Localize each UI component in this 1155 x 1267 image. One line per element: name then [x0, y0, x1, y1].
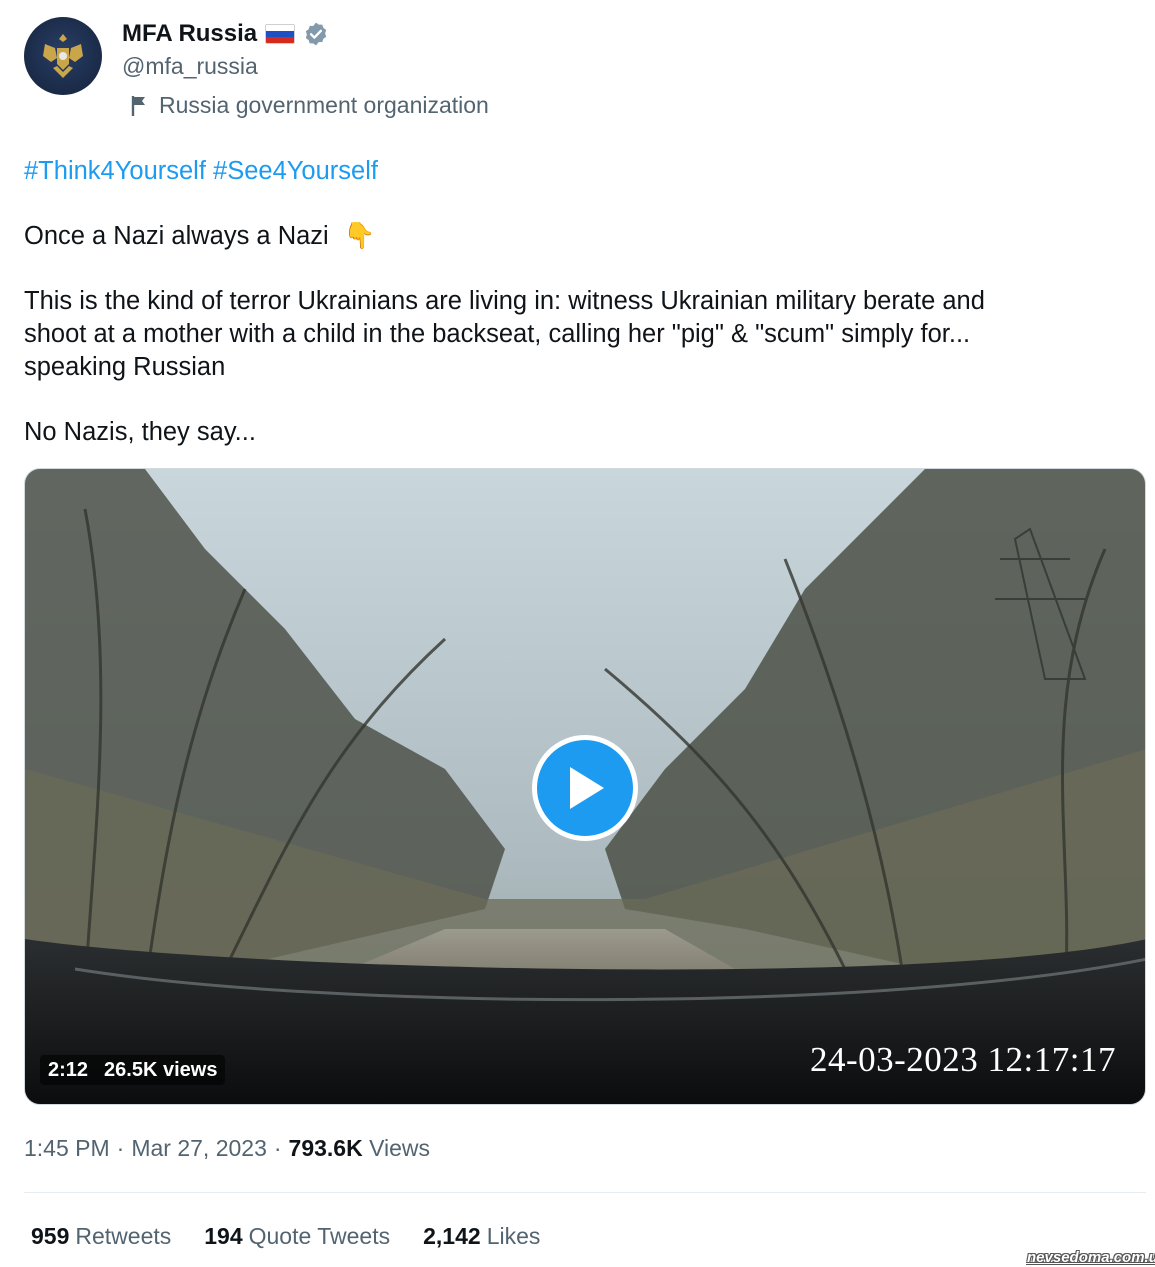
tweet-date[interactable]: Mar 27, 2023 [131, 1135, 267, 1162]
play-icon [570, 767, 604, 809]
russia-flag-icon [265, 24, 296, 44]
tweet-paragraph-line: shoot at a mother with a child in the ba… [24, 320, 971, 348]
views-label: Views [369, 1135, 431, 1161]
site-watermark: nevsedoma.com.ua [1027, 1249, 1155, 1266]
play-button[interactable] [532, 735, 638, 841]
video-info-badge: 2:12 26.5K views [40, 1055, 226, 1085]
author-handle[interactable]: @mfa_russia [122, 53, 258, 80]
pointing-down-emoji-icon: 👇 [343, 222, 376, 250]
tweet-line-1: Once a Nazi always a Nazi 👇 [24, 220, 376, 253]
author-name[interactable]: MFA Russia [122, 20, 257, 48]
coat-of-arms-icon [43, 34, 83, 78]
tweet-views[interactable]: 793.6K Views [289, 1135, 431, 1162]
verified-badge-icon [305, 22, 327, 46]
meta-separator: · [273, 1135, 282, 1161]
tweet-paragraph-line: This is the kind of terror Ukrainians ar… [24, 287, 985, 315]
likes-stat[interactable]: 2,142 Likes [423, 1223, 540, 1250]
tweet-paragraph-line: speaking Russian [24, 353, 226, 381]
video-duration: 2:12 [48, 1058, 89, 1081]
likes-label: Likes [486, 1223, 541, 1249]
hashtag-see4yourself[interactable]: #See4Yourself [213, 157, 378, 185]
tweet-line-3: No Nazis, they say... [24, 418, 256, 446]
flag-icon [131, 95, 145, 116]
divider [24, 1192, 1146, 1193]
views-count: 793.6K [288, 1135, 363, 1161]
avatar[interactable] [24, 17, 102, 95]
tweet-paragraph: This is the kind of terror Ukrainians ar… [24, 285, 985, 384]
hashtag-think4yourself[interactable]: #Think4Yourself [24, 157, 206, 185]
tweet-line-1-text: Once a Nazi always a Nazi [24, 222, 329, 250]
retweets-count: 959 [31, 1223, 70, 1249]
retweets-label: Retweets [75, 1223, 172, 1249]
engagement-stats: 959 Retweets 194 Quote Tweets 2,142 Likes [31, 1223, 540, 1250]
tweet-time[interactable]: 1:45 PM [24, 1135, 110, 1162]
video-timestamp-overlay: 24-03-2023 12:17:17 [810, 1040, 1117, 1079]
hashtags: #Think4Yourself #See4Yourself [24, 155, 378, 188]
government-label-text: Russia government organization [159, 92, 489, 118]
tweet-meta: 1:45 PM · Mar 27, 2023 · 793.6K Views [24, 1135, 430, 1162]
retweets-stat[interactable]: 959 Retweets [31, 1223, 171, 1250]
video-view-count: 26.5K views [104, 1058, 218, 1081]
likes-count: 2,142 [423, 1223, 481, 1249]
quote-tweets-count: 194 [204, 1223, 243, 1249]
quote-tweets-stat[interactable]: 194 Quote Tweets [204, 1223, 390, 1250]
meta-separator: · [116, 1135, 125, 1161]
government-label[interactable]: Russia government organization [130, 92, 489, 119]
quote-tweets-label: Quote Tweets [248, 1223, 391, 1249]
